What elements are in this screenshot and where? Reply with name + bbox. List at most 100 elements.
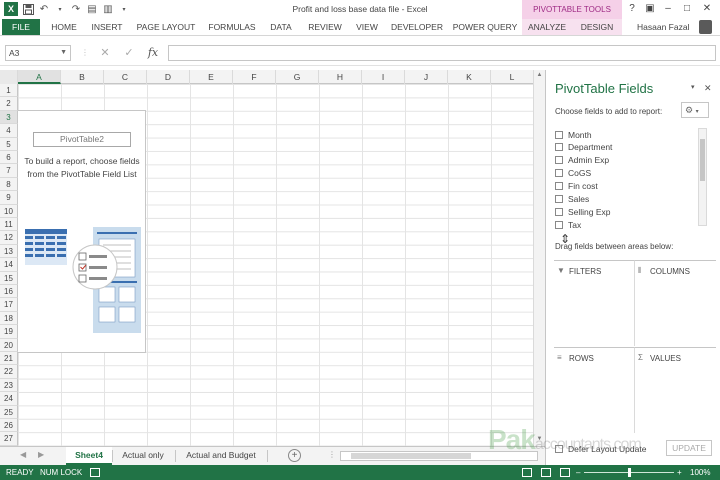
- page-layout-view-icon[interactable]: [541, 468, 551, 477]
- column-header-k[interactable]: K: [448, 70, 491, 84]
- row-header-22[interactable]: 22: [0, 365, 18, 379]
- close-icon[interactable]: ✕: [700, 2, 714, 16]
- macro-record-icon[interactable]: [90, 468, 100, 477]
- help-icon[interactable]: ?: [625, 2, 639, 16]
- page-break-view-icon[interactable]: [560, 468, 570, 477]
- worksheet-grid[interactable]: ABCDEFGHIJKL 1 2 3 4 5 6 7 8 9 10 11 12 13 14 15 16 17 18…: [0, 70, 533, 446]
- tab-page-layout[interactable]: PAGE LAYOUT: [133, 19, 199, 35]
- zoom-in-icon[interactable]: +: [677, 465, 682, 480]
- column-header-l[interactable]: L: [491, 70, 533, 84]
- field-item[interactable]: Admin Exp: [555, 154, 609, 167]
- row-header-26[interactable]: 26: [0, 419, 18, 433]
- tab-review[interactable]: REVIEW: [304, 19, 346, 35]
- row-header-2[interactable]: 2: [0, 97, 18, 111]
- filters-area[interactable]: ▼ FILTERS: [554, 260, 635, 346]
- values-area[interactable]: Σ VALUES: [635, 347, 716, 433]
- tab-design[interactable]: DESIGN: [572, 19, 622, 35]
- select-all-corner[interactable]: [0, 70, 18, 84]
- field-item[interactable]: Month: [555, 128, 592, 141]
- enter-icon[interactable]: ✓: [122, 45, 136, 61]
- horizontal-scroll-thumb[interactable]: [351, 453, 471, 459]
- defer-layout-update[interactable]: Defer Layout Update: [555, 444, 646, 454]
- formula-input[interactable]: [168, 45, 716, 61]
- field-list-scrollbar[interactable]: [698, 128, 707, 226]
- sheet-tab-sheet4[interactable]: Sheet4: [66, 447, 112, 465]
- columns-area[interactable]: ⦀ COLUMNS: [635, 260, 716, 346]
- sheet-nav-left-icon[interactable]: ◀: [20, 450, 26, 459]
- column-header-h[interactable]: H: [319, 70, 362, 84]
- column-header-a[interactable]: A: [18, 70, 61, 84]
- row-header-5[interactable]: 5: [0, 137, 18, 151]
- sheet-nav-right-icon[interactable]: ▶: [38, 450, 44, 459]
- insert-function-icon[interactable]: fx: [146, 45, 160, 61]
- field-list-scroll-thumb[interactable]: [700, 139, 705, 181]
- row-header-17[interactable]: 17: [0, 298, 18, 312]
- pivottable-placeholder[interactable]: PivotTable2 To build a report, choose fi…: [18, 110, 146, 353]
- zoom-out-icon[interactable]: –: [576, 465, 580, 480]
- tab-file[interactable]: FILE: [2, 19, 40, 35]
- chevron-down-icon[interactable]: ▼: [60, 46, 67, 60]
- name-box[interactable]: A3 ▼: [5, 45, 71, 61]
- row-header-11[interactable]: 11: [0, 218, 18, 232]
- field-item[interactable]: Fin cost: [555, 180, 598, 193]
- row-header-21[interactable]: 21: [0, 352, 18, 366]
- field-checkbox[interactable]: [555, 143, 563, 152]
- tab-power-query[interactable]: POWER QUERY: [452, 19, 518, 35]
- field-item[interactable]: Sales: [555, 193, 589, 206]
- avatar[interactable]: [699, 20, 712, 34]
- row-header-8[interactable]: 8: [0, 177, 18, 192]
- row-header-25[interactable]: 25: [0, 405, 18, 419]
- tools-button[interactable]: ⚙ ▾: [681, 102, 709, 118]
- row-header-27[interactable]: 27: [0, 432, 18, 446]
- field-checkbox[interactable]: [555, 220, 563, 229]
- tab-data[interactable]: DATA: [264, 19, 298, 35]
- field-checkbox[interactable]: [555, 130, 563, 139]
- row-header-20[interactable]: 20: [0, 338, 18, 352]
- defer-checkbox[interactable]: [555, 445, 563, 453]
- vertical-scrollbar[interactable]: ▲ ▼: [533, 70, 545, 446]
- pane-options-dropdown-icon[interactable]: ▾: [691, 83, 695, 91]
- column-header-f[interactable]: F: [233, 70, 276, 84]
- column-header-i[interactable]: I: [362, 70, 405, 84]
- row-header-10[interactable]: 10: [0, 204, 18, 218]
- tab-formulas[interactable]: FORMULAS: [204, 19, 260, 35]
- row-header-1[interactable]: 1: [0, 84, 18, 98]
- update-button[interactable]: UPDATE: [666, 440, 712, 456]
- sheet-tab-actual-and-budget[interactable]: Actual and Budget: [177, 447, 265, 465]
- scroll-down-icon[interactable]: ▼: [534, 436, 545, 442]
- row-header-3[interactable]: 3: [0, 110, 18, 125]
- row-header-24[interactable]: 24: [0, 392, 18, 406]
- row-header-23[interactable]: 23: [0, 378, 18, 393]
- column-header-c[interactable]: C: [104, 70, 147, 84]
- scroll-split-icon[interactable]: ⋮: [328, 450, 336, 459]
- field-checkbox[interactable]: [555, 195, 563, 203]
- zoom-slider-thumb[interactable]: [628, 468, 631, 477]
- row-header-9[interactable]: 9: [0, 191, 18, 205]
- row-header-6[interactable]: 6: [0, 151, 18, 165]
- column-header-e[interactable]: E: [190, 70, 233, 84]
- row-header-19[interactable]: 19: [0, 325, 18, 339]
- pane-close-icon[interactable]: ✕: [704, 83, 712, 94]
- field-checkbox[interactable]: [555, 156, 563, 165]
- cancel-icon[interactable]: ✕: [98, 45, 112, 61]
- scroll-up-icon[interactable]: ▲: [534, 72, 545, 78]
- field-checkbox[interactable]: [555, 169, 563, 178]
- field-item[interactable]: CoGS: [555, 167, 591, 180]
- field-item[interactable]: Selling Exp: [555, 205, 611, 218]
- column-header-g[interactable]: G: [276, 70, 319, 84]
- field-item[interactable]: Department: [555, 141, 612, 154]
- column-header-d[interactable]: D: [147, 70, 190, 84]
- new-sheet-button[interactable]: +: [288, 449, 301, 462]
- field-item[interactable]: Tax: [555, 218, 581, 231]
- minimize-icon[interactable]: –: [661, 2, 675, 16]
- tab-analyze[interactable]: ANALYZE: [522, 19, 572, 35]
- row-header-18[interactable]: 18: [0, 311, 18, 326]
- row-header-16[interactable]: 16: [0, 285, 18, 299]
- row-header-12[interactable]: 12: [0, 231, 18, 245]
- row-header-4[interactable]: 4: [0, 124, 18, 138]
- zoom-level[interactable]: 100%: [690, 465, 710, 480]
- user-name[interactable]: Hasaan Fazal: [637, 19, 689, 35]
- sheet-tab-actual-only[interactable]: Actual only: [113, 447, 173, 465]
- horizontal-scrollbar[interactable]: [340, 451, 538, 461]
- row-header-14[interactable]: 14: [0, 258, 18, 272]
